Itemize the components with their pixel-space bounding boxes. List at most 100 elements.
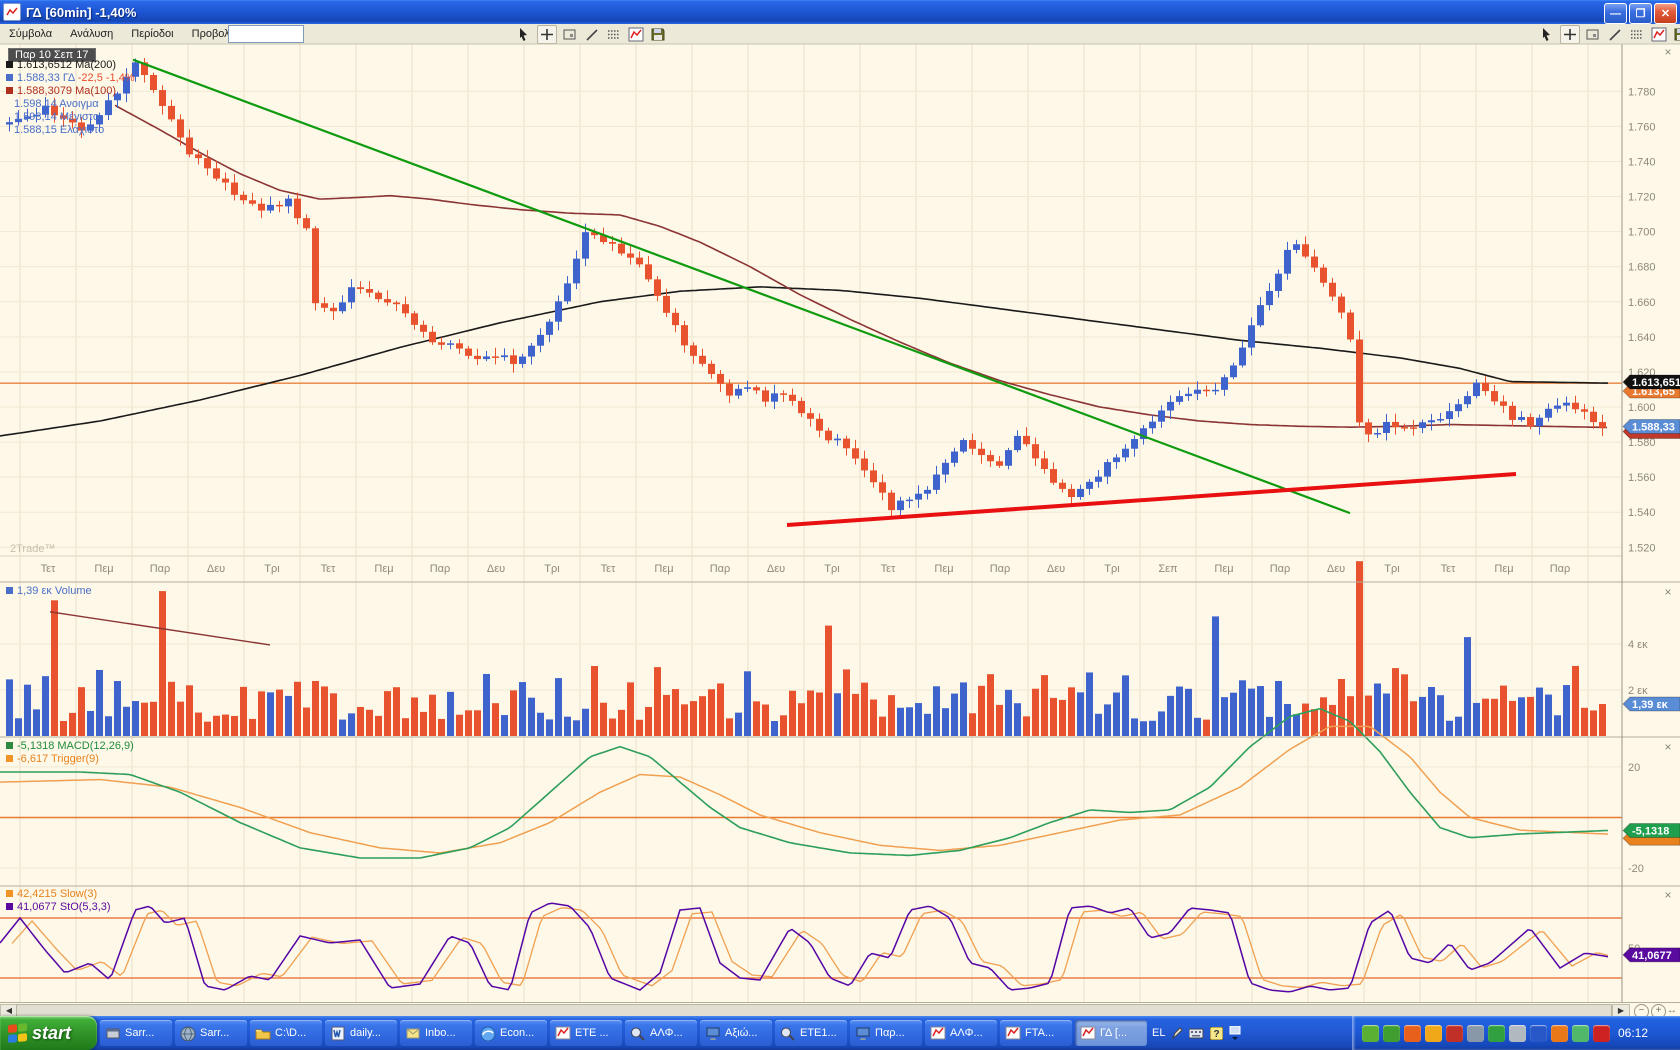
taskbar-clock[interactable]: 06:12 xyxy=(1618,1026,1648,1040)
svg-text:Πεμ: Πεμ xyxy=(94,563,113,575)
keyboard-icon[interactable] xyxy=(1189,1027,1204,1039)
task-label: ΑΛΦ... xyxy=(950,1027,983,1039)
svg-text:Παρ: Παρ xyxy=(1270,563,1291,575)
stoch-panel-close-icon[interactable]: × xyxy=(1662,889,1674,901)
taskbar-task-8[interactable]: ΑΛΦ... xyxy=(625,1020,697,1046)
macd-value-tag: -5,1318 xyxy=(1623,823,1680,837)
legend-swatch xyxy=(6,755,13,762)
outlook-icon xyxy=(405,1026,421,1041)
volume-legend-row: 1,39 εκ Volume xyxy=(6,585,92,598)
main-legend-row-5: 1.598,14 Μέγιστο xyxy=(6,111,135,124)
word-icon xyxy=(330,1026,346,1041)
taskbar-task-5[interactable]: Inbo... xyxy=(400,1020,472,1046)
chart-scrollbar: ◀ ▶ − + ↔ xyxy=(0,1002,1680,1017)
svg-text:Πεμ: Πεμ xyxy=(374,563,393,575)
svg-text:Πεμ: Πεμ xyxy=(654,563,673,575)
tray-pdf-icon[interactable] xyxy=(1593,1025,1610,1042)
tray-graphics-icon[interactable] xyxy=(1572,1025,1589,1042)
help-icon[interactable]: ? xyxy=(1210,1027,1223,1040)
legend-text: 1.588,15 Ελάχιστο xyxy=(14,124,104,136)
legend-text: 41,0677 StO(5,3,3) xyxy=(17,901,111,913)
fit-width-icon[interactable]: ↔ xyxy=(1667,1005,1677,1016)
svg-text:Δευ: Δευ xyxy=(1327,563,1345,575)
pen-icon[interactable] xyxy=(1171,1026,1183,1040)
svg-text:Παρ: Παρ xyxy=(710,563,731,575)
svg-text:20: 20 xyxy=(1628,762,1640,774)
macd-panel-close-icon[interactable]: × xyxy=(1662,741,1674,753)
taskbar-task-9[interactable]: Αξιώ... xyxy=(700,1020,772,1046)
ie-icon xyxy=(480,1026,496,1041)
task-label: Sarr... xyxy=(125,1027,154,1039)
toolbar-restore-icon[interactable] xyxy=(1229,1026,1241,1040)
legend-swatch xyxy=(6,74,13,81)
taskbar-task-14[interactable]: ΓΔ [... xyxy=(1075,1020,1147,1046)
taskbar-task-4[interactable]: daily... xyxy=(325,1020,397,1046)
tray-shield-icon[interactable] xyxy=(1425,1025,1442,1042)
legend-swatch xyxy=(6,587,13,594)
svg-text:Πεμ: Πεμ xyxy=(1494,563,1513,575)
taskbar-task-11[interactable]: Παρ... xyxy=(850,1020,922,1046)
taskbar-task-13[interactable]: FTA... xyxy=(1000,1020,1072,1046)
tray-messenger-icon[interactable] xyxy=(1446,1025,1463,1042)
task-label: C:\D... xyxy=(275,1027,306,1039)
svg-text:4 εκ: 4 εκ xyxy=(1628,639,1648,651)
main-legend-row-6: 1.588,15 Ελάχιστο xyxy=(6,124,135,137)
taskbar-task-10[interactable]: ΕΤΕ1... xyxy=(775,1020,847,1046)
main-chart-legend: 1.613,6512 Ma(200)1.588,33 ΓΔ -22,5 -1,4… xyxy=(6,59,135,137)
svg-text:1.540: 1.540 xyxy=(1628,507,1656,519)
windows-logo-icon xyxy=(8,1023,28,1043)
tray-firewall-icon[interactable] xyxy=(1404,1025,1421,1042)
main-legend-row-1: 1.613,6512 Ma(200) xyxy=(6,59,135,72)
svg-text:1.720: 1.720 xyxy=(1628,192,1656,204)
folder-icon xyxy=(255,1026,271,1041)
tray-net-status-icon[interactable] xyxy=(1383,1025,1400,1042)
svg-text:41,0677: 41,0677 xyxy=(1632,950,1672,962)
legend-text: 1.588,3079 Ma(100) xyxy=(17,85,116,97)
tray-updater-icon[interactable] xyxy=(1488,1025,1505,1042)
chart-area[interactable]: 1.7801.7601.7401.7201.7001.6801.6601.640… xyxy=(0,0,1680,1002)
svg-text:Παρ: Παρ xyxy=(150,563,171,575)
language-indicator[interactable]: EL xyxy=(1152,1027,1165,1039)
legend-text: 1,39 εκ Volume xyxy=(17,585,92,597)
chart-icon xyxy=(1005,1026,1021,1041)
svg-text:Τρι: Τρι xyxy=(1384,563,1400,575)
svg-text:1,39 εκ: 1,39 εκ xyxy=(1632,699,1669,711)
last-price-tag: 1.588,33 xyxy=(1623,419,1680,433)
taskbar-task-12[interactable]: ΑΛΦ... xyxy=(925,1020,997,1046)
stoch-legend: 42,4215 Slow(3)41,0677 StO(5,3,3) xyxy=(6,888,111,914)
taskbar-task-7[interactable]: ΕΤΕ ... xyxy=(550,1020,622,1046)
svg-text:1.660: 1.660 xyxy=(1628,297,1656,309)
main-panel-close-icon[interactable]: × xyxy=(1662,46,1674,58)
main-legend-row-2: 1.588,33 ΓΔ -22,5 -1,4% xyxy=(6,72,135,85)
magnifier-icon xyxy=(630,1026,646,1041)
task-label: ΓΔ [... xyxy=(1100,1027,1127,1039)
svg-text:Παρ: Παρ xyxy=(430,563,451,575)
svg-text:1.600: 1.600 xyxy=(1628,402,1656,414)
tray-scheduler-icon[interactable] xyxy=(1551,1025,1568,1042)
tray-contacts-icon[interactable] xyxy=(1467,1025,1484,1042)
legend-swatch xyxy=(6,742,13,749)
svg-text:Τετ: Τετ xyxy=(41,563,56,575)
chart-icon xyxy=(1080,1026,1096,1041)
legend-text: 42,4215 Slow(3) xyxy=(17,888,97,900)
svg-text:1.520: 1.520 xyxy=(1628,542,1656,554)
task-label: Παρ... xyxy=(875,1027,905,1039)
taskbar-task-1[interactable]: Sarr... xyxy=(100,1020,172,1046)
svg-text:Δευ: Δευ xyxy=(767,563,785,575)
tray-browser-icon[interactable] xyxy=(1530,1025,1547,1042)
legend-text: 1.613,6512 Ma(200) xyxy=(17,59,116,71)
svg-text:Τετ: Τετ xyxy=(321,563,336,575)
legend-swatch xyxy=(6,61,13,68)
taskbar-task-6[interactable]: Econ... xyxy=(475,1020,547,1046)
taskbar-task-2[interactable]: Sarr... xyxy=(175,1020,247,1046)
volume-panel-close-icon[interactable]: × xyxy=(1662,586,1674,598)
svg-text:1.700: 1.700 xyxy=(1628,227,1656,239)
legend-text: -6,617 Trigger(9) xyxy=(17,753,99,765)
task-label: Econ... xyxy=(500,1027,534,1039)
start-button[interactable]: start xyxy=(0,1016,97,1050)
task-label: ΕΤΕ1... xyxy=(800,1027,837,1039)
tray-mouse-icon[interactable] xyxy=(1509,1025,1526,1042)
tray-antivirus-icon[interactable] xyxy=(1362,1025,1379,1042)
taskbar-task-3[interactable]: C:\D... xyxy=(250,1020,322,1046)
svg-text:Πεμ: Πεμ xyxy=(934,563,953,575)
